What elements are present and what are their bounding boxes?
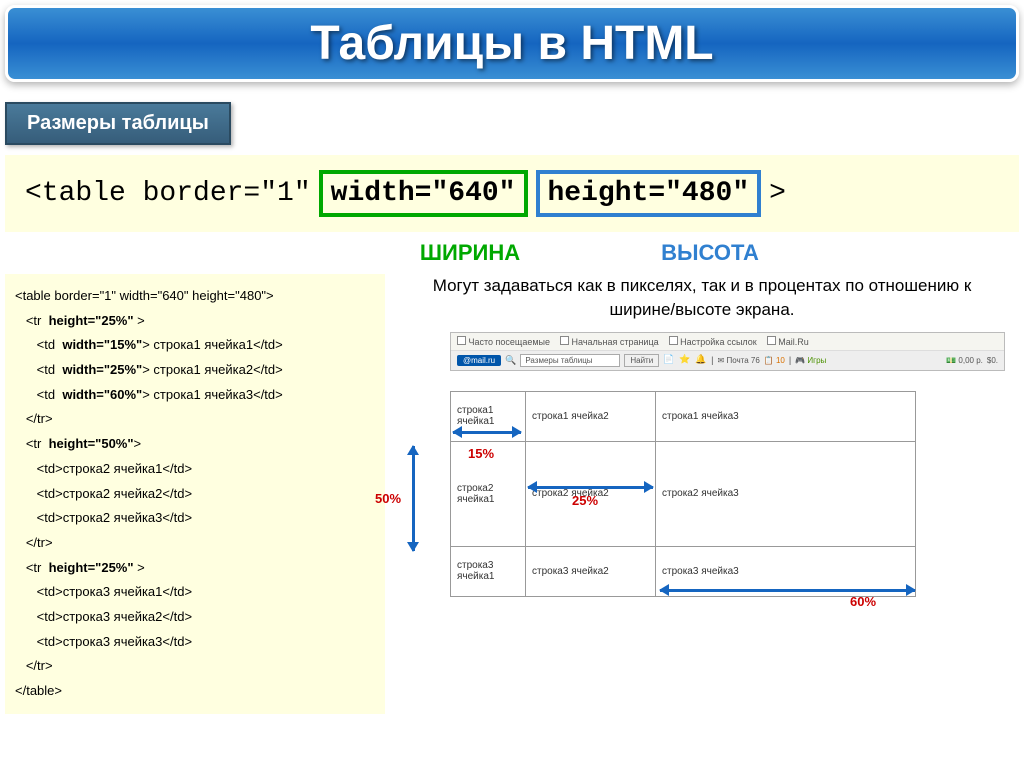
code-row: </tr> — [15, 654, 375, 679]
bookmark-links[interactable]: Настройка ссылок — [669, 336, 757, 347]
section-subtitle: Размеры таблицы — [27, 112, 209, 134]
code-row: <td>строка3 ячейка3</td> — [15, 630, 375, 655]
code-suffix: > — [769, 178, 786, 209]
code-row: <td>строка2 ячейка3</td> — [15, 506, 375, 531]
percent-50-label: 50% — [375, 491, 401, 506]
games-link[interactable]: 🎮 Игры — [795, 356, 826, 365]
slide-title-bar: Таблицы в HTML — [5, 5, 1019, 82]
find-button[interactable]: Найти — [624, 354, 659, 367]
tool-icon[interactable]: 🔔 — [695, 354, 707, 366]
cell: строка3 ячейка2 — [526, 546, 656, 596]
right-area: Могут задаваться как в пикселях, так и в… — [385, 274, 1019, 714]
table-row: строка2 ячейка1 строка2 ячейка2 строка2 … — [451, 441, 916, 546]
mail-count[interactable]: ✉ Почта 76 — [718, 356, 760, 365]
bookmarks-bar: Часто посещаемые Начальная страница Наст… — [451, 333, 1004, 351]
code-row: </tr> — [15, 407, 375, 432]
mailru-badge[interactable]: @mail.ru — [457, 355, 501, 366]
main-content-area: <table border="1" width="640" height="48… — [5, 274, 1019, 714]
code-row: <td>строка3 ячейка2</td> — [15, 605, 375, 630]
code-row: <td>строка2 ячейка1</td> — [15, 457, 375, 482]
code-row: <table border="1" width="640" height="48… — [15, 284, 375, 309]
cell: строка1 ячейка3 — [656, 391, 916, 441]
price-display: 💵 0,00 р. — [946, 356, 983, 365]
code-row: <td width="25%"> строка1 ячейка2</td> — [15, 358, 375, 383]
notif-count[interactable]: 📋 10 — [764, 356, 785, 365]
cell: строка3 ячейка1 — [451, 546, 526, 596]
description-text: Могут задаваться как в пикселях, так и в… — [390, 274, 1014, 322]
bookmark-mailru[interactable]: Mail.Ru — [767, 336, 809, 347]
search-toolbar: @mail.ru 🔍 Размеры таблицы Найти 📄 ⭐ 🔔 |… — [451, 351, 1004, 370]
bookmark-home[interactable]: Начальная страница — [560, 336, 659, 347]
code-source-block: <table border="1" width="640" height="48… — [5, 274, 385, 714]
v-arrow-50 — [412, 446, 415, 551]
slide-title: Таблицы в HTML — [8, 16, 1016, 71]
money-display: $0. — [987, 356, 998, 365]
code-row: <td>строка2 ячейка2</td> — [15, 482, 375, 507]
code-row: <tr height="50%"> — [15, 432, 375, 457]
search-input[interactable]: Размеры таблицы — [520, 354, 620, 367]
code-row: <tr height="25%" > — [15, 556, 375, 581]
height-label: ВЫСОТА — [590, 240, 830, 266]
code-row: </tr> — [15, 531, 375, 556]
example-html-table: строка1 ячейка1 строка1 ячейка2 строка1 … — [450, 391, 916, 597]
bookmark-frequent[interactable]: Часто посещаемые — [457, 336, 550, 347]
code-row: </table> — [15, 679, 375, 704]
code-prefix: <table border="1" — [25, 178, 311, 209]
percent-15-label: 15% — [468, 446, 494, 461]
code-row: <tr height="25%" > — [15, 309, 375, 334]
attr-labels-row: ШИРИНА ВЫСОТА — [0, 240, 1024, 266]
width-label: ШИРИНА — [350, 240, 590, 266]
divider: | — [711, 355, 713, 365]
height-attr-box: height="480" — [536, 170, 762, 217]
code-row: <td width="60%"> строка1 ячейка3</td> — [15, 383, 375, 408]
code-example-large: <table border="1" width="640" height="48… — [5, 155, 1019, 232]
cell: строка1 ячейка2 — [526, 391, 656, 441]
cell: строка2 ячейка3 — [656, 441, 916, 546]
width-attr-box: width="640" — [319, 170, 528, 217]
code-row: <td>строка3 ячейка1</td> — [15, 580, 375, 605]
percent-60-label: 60% — [850, 594, 876, 609]
code-row: <td width="15%"> строка1 ячейка1</td> — [15, 333, 375, 358]
browser-preview: Часто посещаемые Начальная страница Наст… — [450, 332, 1005, 371]
browser-toolbars: Часто посещаемые Начальная страница Наст… — [451, 333, 1004, 370]
tool-icon[interactable]: 📄 — [663, 354, 675, 366]
rendered-example: 50% строка1 ячейка1 строка1 ячейка2 стро… — [390, 391, 1014, 597]
divider: | — [789, 355, 791, 365]
vertical-dim-col: 50% — [390, 391, 450, 597]
section-subtitle-bar: Размеры таблицы — [5, 102, 231, 145]
tool-icon[interactable]: ⭐ — [679, 354, 691, 366]
search-icon: 🔍 — [505, 355, 516, 366]
percent-25-label: 25% — [572, 493, 598, 508]
